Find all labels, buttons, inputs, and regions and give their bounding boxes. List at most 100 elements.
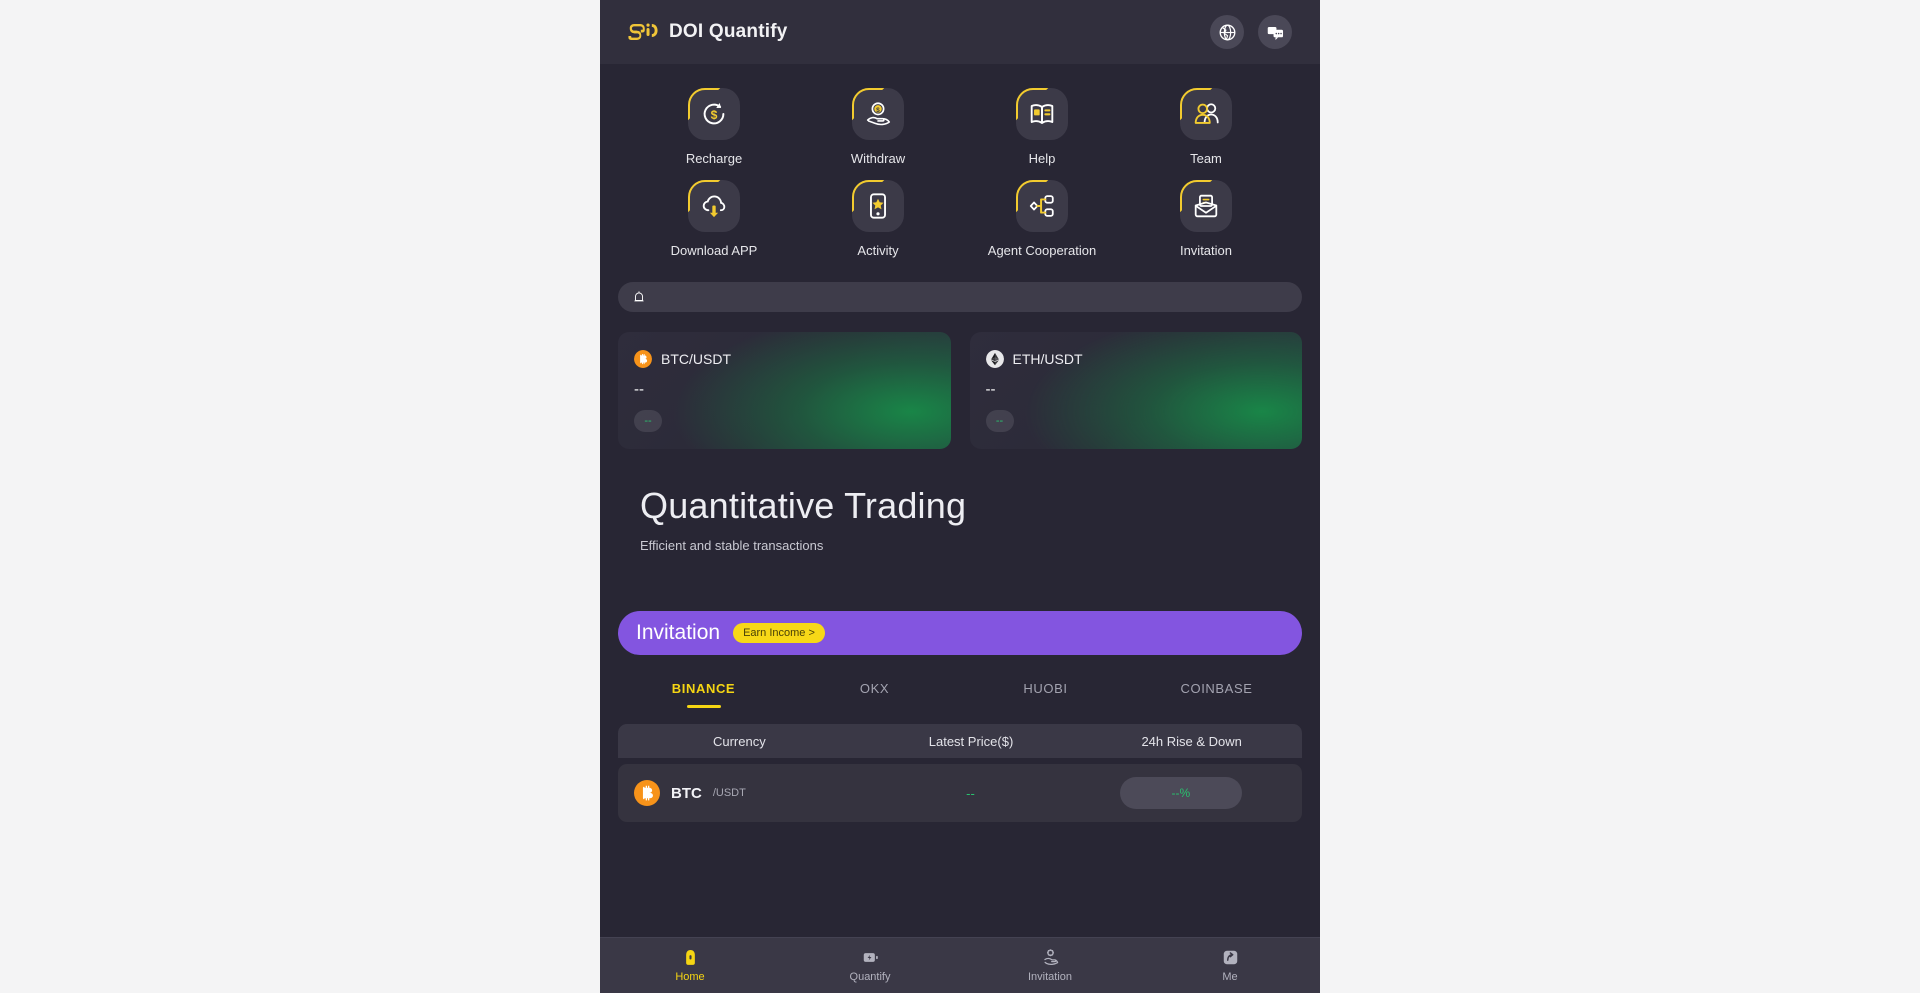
page-title: Quantitative Trading xyxy=(640,485,967,526)
price-card-header: BTC/USDT xyxy=(634,350,935,368)
earn-income-button[interactable]: Earn Income > xyxy=(733,623,825,643)
price-card-pair: BTC/USDT xyxy=(661,351,731,367)
price-card-change: -- xyxy=(985,410,1014,432)
quick-action-label: Activity xyxy=(857,243,899,258)
agent-network-icon xyxy=(1029,195,1054,217)
market-row-change: --% xyxy=(1119,777,1242,809)
invitation-banner-title: Invitation xyxy=(636,621,721,644)
price-card-eth[interactable]: ETH/USDT -- -- xyxy=(970,332,1303,449)
quick-action-label: Team xyxy=(1190,151,1222,166)
quick-action-grid: $ Recharge $ Withdraw Help Team Download… xyxy=(618,64,1302,262)
price-card-price: -- xyxy=(985,381,996,398)
bell-icon xyxy=(634,291,644,302)
tab-underline xyxy=(858,705,892,708)
brand: DOI Quantify xyxy=(628,21,788,43)
help-book-icon xyxy=(1030,104,1054,124)
tile xyxy=(852,180,904,232)
tab-underline xyxy=(1029,705,1063,708)
invitation-banner[interactable]: Invitation Earn Income > xyxy=(618,611,1302,655)
tile: $ xyxy=(688,88,740,140)
quick-action-withdraw[interactable]: $ Withdraw xyxy=(796,88,960,166)
tile xyxy=(1016,88,1068,140)
profile-icon xyxy=(1223,950,1237,965)
chat-support-icon xyxy=(1267,26,1283,40)
quick-action-agent-cooperation[interactable]: Agent Cooperation xyxy=(960,180,1124,258)
eth-coin-icon xyxy=(985,350,1004,368)
table-row[interactable]: BTC /USDT -- --% xyxy=(618,764,1302,822)
tab-huobi[interactable]: HUOBI xyxy=(960,673,1131,712)
app-title: DOI Quantify xyxy=(669,21,788,42)
nav-item-me[interactable]: Me xyxy=(1140,948,1320,983)
nav-item-home[interactable]: Home xyxy=(600,948,780,983)
market-row-currency: BTC /USDT xyxy=(634,780,865,806)
invitation-mail-icon xyxy=(1194,194,1218,218)
price-card-btc[interactable]: BTC/USDT -- -- xyxy=(618,332,951,449)
home-icon xyxy=(685,949,695,965)
price-card-list: BTC/USDT -- -- ETH/USDT -- -- xyxy=(618,332,1302,449)
hero-section: Quantitative Trading Efficient and stabl… xyxy=(618,449,1302,553)
team-icon xyxy=(1194,103,1219,124)
svg-text:$: $ xyxy=(711,108,718,122)
quick-action-label: Recharge xyxy=(685,151,743,166)
tab-underline xyxy=(1200,705,1234,708)
nav-label: Home xyxy=(675,971,705,983)
nav-item-invitation[interactable]: Invitation xyxy=(960,948,1140,983)
page-subtitle: Efficient and stable transactions xyxy=(640,538,824,553)
nav-label: Quantify xyxy=(849,971,891,983)
app-window: DOI Quantify $ Recharge $ Withdraw Help … xyxy=(600,0,1320,993)
quantify-icon xyxy=(863,953,878,962)
tab-label: COINBASE xyxy=(1180,681,1253,696)
market-row-symbol: BTC xyxy=(671,784,702,802)
tile: $ xyxy=(852,88,904,140)
price-card-header: ETH/USDT xyxy=(985,350,1287,368)
tab-binance[interactable]: BINANCE xyxy=(618,673,789,712)
nav-label: Invitation xyxy=(1027,971,1073,983)
bottom-navigation: Home Quantify Invitation Me xyxy=(600,937,1320,993)
btc-coin-icon xyxy=(634,780,660,806)
exchange-tabs: BINANCE OKX HUOBI COINBASE xyxy=(618,673,1302,712)
tab-coinbase[interactable]: COINBASE xyxy=(1131,673,1302,712)
column-header-latest-price: Latest Price($) xyxy=(928,733,1014,749)
notice-bar[interactable] xyxy=(618,282,1302,312)
activity-star-icon xyxy=(870,193,886,219)
market-row-price: -- xyxy=(966,785,975,801)
quick-action-help[interactable]: Help xyxy=(960,88,1124,166)
language-button[interactable] xyxy=(1210,15,1244,49)
tab-okx[interactable]: OKX xyxy=(789,673,960,712)
btc-coin-icon xyxy=(634,350,652,368)
globe-language-icon xyxy=(1219,24,1235,40)
price-card-price: -- xyxy=(634,381,644,398)
svg-text:$: $ xyxy=(876,107,880,114)
market-table-header: Currency Latest Price($) 24h Rise & Down xyxy=(618,724,1302,758)
support-button[interactable] xyxy=(1258,15,1292,49)
doi-logo-icon xyxy=(628,23,658,40)
price-card-change: -- xyxy=(634,410,662,432)
market-row-quote: /USDT xyxy=(712,787,746,799)
quick-action-label: Invitation xyxy=(1179,243,1233,258)
quick-action-download-app[interactable]: Download APP xyxy=(632,180,796,258)
tile xyxy=(1180,180,1232,232)
app-header: DOI Quantify xyxy=(600,0,1320,64)
quick-action-team[interactable]: Team xyxy=(1124,88,1288,166)
tab-label: BINANCE xyxy=(671,681,736,696)
quick-action-invitation[interactable]: Invitation xyxy=(1124,180,1288,258)
quick-action-label: Agent Cooperation xyxy=(987,243,1097,258)
quick-action-label: Download APP xyxy=(670,243,758,258)
price-card-pair: ETH/USDT xyxy=(1012,351,1083,367)
header-actions xyxy=(1210,15,1292,49)
tile xyxy=(1180,88,1232,140)
tile xyxy=(1016,180,1068,232)
column-header-currency: Currency xyxy=(712,733,766,749)
nav-label: Me xyxy=(1222,971,1238,983)
quick-action-label: Help xyxy=(1028,151,1056,166)
quick-action-recharge[interactable]: $ Recharge xyxy=(632,88,796,166)
main-content: $ Recharge $ Withdraw Help Team Download… xyxy=(600,64,1320,937)
download-cloud-icon xyxy=(702,195,726,218)
quick-action-label: Withdraw xyxy=(850,151,906,166)
invitation-icon xyxy=(1043,949,1058,966)
market-row-change-wrap: --% xyxy=(1076,777,1286,809)
column-header-24h-change: 24h Rise & Down xyxy=(1141,733,1242,749)
tab-label: OKX xyxy=(859,681,890,696)
nav-item-quantify[interactable]: Quantify xyxy=(780,948,960,983)
quick-action-activity[interactable]: Activity xyxy=(796,180,960,258)
